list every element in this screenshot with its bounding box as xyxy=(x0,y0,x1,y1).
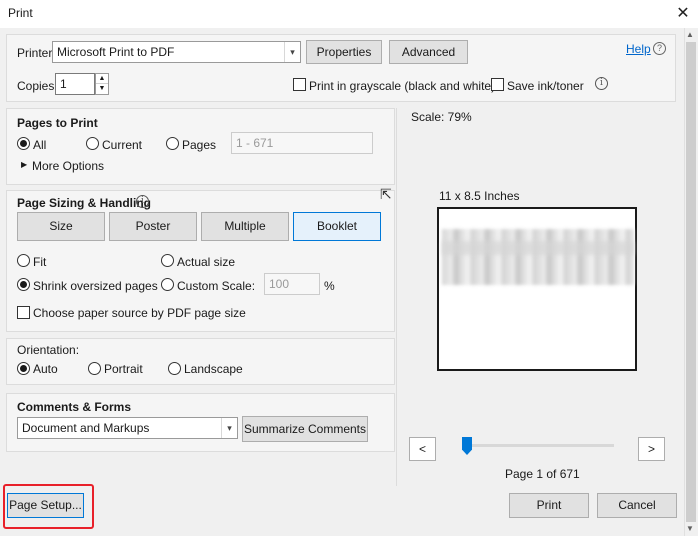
pages-to-print-heading: Pages to Print xyxy=(17,116,98,130)
pages-range-input[interactable]: 1 - 671 xyxy=(231,132,373,154)
preview-content-line xyxy=(442,241,634,255)
summarize-comments-button[interactable]: Summarize Comments xyxy=(242,416,368,442)
page-slider-track[interactable] xyxy=(462,444,614,447)
close-icon[interactable]: ✕ xyxy=(672,3,694,25)
scrollbar-thumb[interactable] xyxy=(686,42,696,522)
radio-actual-size-label: Actual size xyxy=(177,255,236,269)
chevron-down-icon: ▾ xyxy=(221,418,237,438)
page-info: Page 1 of 671 xyxy=(505,467,580,481)
radio-actual-size[interactable] xyxy=(161,254,174,267)
radio-shrink-oversized[interactable] xyxy=(17,278,30,291)
scroll-down-icon[interactable]: ▼ xyxy=(686,524,694,533)
printer-select[interactable]: Microsoft Print to PDF ▾ xyxy=(52,41,301,63)
radio-custom-scale-label: Custom Scale: xyxy=(177,279,256,293)
chevron-down-icon: ▾ xyxy=(284,42,300,62)
tab-multiple[interactable]: Multiple xyxy=(201,212,289,241)
properties-button[interactable]: Properties xyxy=(306,40,382,64)
custom-scale-input[interactable]: 100 xyxy=(264,273,320,295)
title-bar xyxy=(0,0,698,28)
mouse-cursor-icon: ⇱ xyxy=(380,186,392,202)
printer-label: Printer: xyxy=(17,46,56,60)
percent-label: % xyxy=(324,279,335,293)
comments-forms-heading: Comments & Forms xyxy=(17,400,132,414)
radio-pages[interactable] xyxy=(166,137,179,150)
copies-label: Copies: xyxy=(17,79,58,93)
tab-booklet[interactable]: Booklet xyxy=(293,212,381,241)
paper-size-label: 11 x 8.5 Inches xyxy=(439,189,520,203)
help-icon[interactable]: ? xyxy=(653,42,666,55)
print-button[interactable]: Print xyxy=(509,493,589,518)
radio-portrait-label: Portrait xyxy=(104,362,143,376)
radio-auto[interactable] xyxy=(17,362,30,375)
radio-auto-label: Auto xyxy=(33,362,58,376)
radio-current-label: Current xyxy=(102,138,143,152)
radio-landscape-label: Landscape xyxy=(184,362,243,376)
radio-fit[interactable] xyxy=(17,254,30,267)
radio-current[interactable] xyxy=(86,137,99,150)
paper-source-checkbox[interactable] xyxy=(17,306,30,319)
copies-stepper[interactable]: ▲ ▼ xyxy=(95,73,109,95)
scale-readout: Scale: 79% xyxy=(411,110,472,124)
scroll-up-icon[interactable]: ▲ xyxy=(686,30,694,39)
help-link[interactable]: Help xyxy=(626,42,651,56)
save-ink-checkbox[interactable] xyxy=(491,78,504,91)
radio-fit-label: Fit xyxy=(33,255,47,269)
paper-source-label: Choose paper source by PDF page size xyxy=(33,306,246,320)
radio-portrait[interactable] xyxy=(88,362,101,375)
save-ink-label: Save ink/toner xyxy=(507,79,584,93)
info-icon[interactable]: i xyxy=(595,77,608,90)
radio-shrink-oversized-label: Shrink oversized pages xyxy=(33,279,158,293)
prev-page-button[interactable]: < xyxy=(409,437,436,461)
info-icon[interactable]: i xyxy=(136,195,149,208)
grayscale-label: Print in grayscale (black and white) xyxy=(309,79,496,93)
page-preview xyxy=(437,207,637,371)
stepper-down-icon[interactable]: ▼ xyxy=(96,84,108,94)
expand-triangle-icon[interactable]: ▶ xyxy=(21,160,27,169)
radio-all[interactable] xyxy=(17,137,30,150)
highlight-annotation xyxy=(3,484,94,529)
radio-custom-scale[interactable] xyxy=(161,278,174,291)
grayscale-checkbox[interactable] xyxy=(293,78,306,91)
window-title: Print xyxy=(8,6,33,20)
radio-all-label: All xyxy=(33,138,47,152)
preview-content xyxy=(442,229,634,285)
comments-forms-selected: Document and Markups xyxy=(22,421,150,435)
orientation-heading: Orientation: xyxy=(17,343,80,357)
tab-size[interactable]: Size xyxy=(17,212,105,241)
copies-input[interactable]: 1 xyxy=(55,73,95,95)
stepper-up-icon[interactable]: ▲ xyxy=(96,74,108,84)
more-options-toggle[interactable]: More Options xyxy=(32,159,104,173)
printer-selected: Microsoft Print to PDF xyxy=(57,45,175,59)
radio-landscape[interactable] xyxy=(168,362,181,375)
page-sizing-heading: Page Sizing & Handling xyxy=(17,196,152,210)
cancel-button[interactable]: Cancel xyxy=(597,493,677,518)
comments-forms-select[interactable]: Document and Markups ▾ xyxy=(17,417,238,439)
advanced-button[interactable]: Advanced xyxy=(389,40,468,64)
radio-pages-label: Pages xyxy=(182,138,217,152)
next-page-button[interactable]: > xyxy=(638,437,665,461)
tab-poster[interactable]: Poster xyxy=(109,212,197,241)
